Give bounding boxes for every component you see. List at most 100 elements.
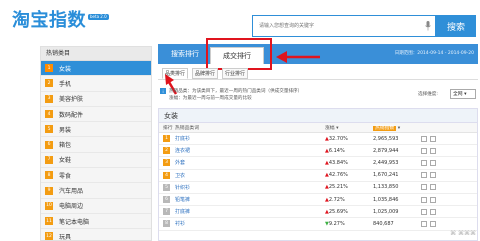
sidebar-item[interactable]: 11 笔记本电脑 (41, 214, 151, 230)
compare-icon[interactable] (430, 220, 436, 227)
rank-cell: 1 (159, 135, 175, 143)
beta-badge: beta 2.0 (88, 14, 109, 20)
dimension-label: 选择维度: (418, 92, 438, 97)
compare-icon[interactable] (430, 159, 436, 166)
compare-icon[interactable] (430, 147, 436, 154)
sidebar-item-number: 2 (45, 79, 53, 88)
keyword-link[interactable]: 打底裤 (175, 209, 190, 215)
growth-cell: ▲6.14% (325, 148, 373, 154)
rank-cell: 6 (159, 196, 175, 204)
trend-chart-icon[interactable] (421, 184, 427, 191)
index-cell: 2,965,593 (373, 136, 421, 142)
growth-cell: ▲42.76% (325, 172, 373, 178)
sidebar-item[interactable]: 10 电脑周边 (41, 199, 151, 214)
index-cell: 1,035,846 (373, 197, 421, 203)
index-value: 1,025,009 (373, 208, 399, 215)
keyword-cell: 连衣裙 (175, 147, 275, 154)
index-value: 2,879,944 (373, 147, 399, 154)
sidebar-item[interactable]: 6 箱包 (41, 137, 151, 153)
sidebar-item-number: 12 (45, 232, 53, 241)
ops-cell (421, 135, 477, 142)
index-value: 1,035,846 (373, 196, 399, 203)
trend-chart-icon[interactable] (421, 147, 427, 154)
sidebar-item[interactable]: 12 玩具 (41, 229, 151, 241)
keyword-link[interactable]: 打底衫 (175, 136, 190, 142)
subtab-brand[interactable]: 品牌排行 (192, 68, 218, 79)
col-growth[interactable]: 涨幅 ▾ (325, 124, 373, 131)
trend-chart-icon[interactable] (421, 172, 427, 179)
sidebar-item[interactable]: 8 零食 (41, 168, 151, 184)
growth-value: 32.70% (328, 135, 348, 142)
sidebar-item-label: 玩具 (59, 233, 72, 241)
rank-badge: 2 (163, 147, 170, 155)
trend-chart-icon[interactable] (421, 208, 427, 215)
table-row: 7 打底裤 ▲25.69% 1,025,009 (159, 206, 477, 219)
logo[interactable]: 淘宝指数 beta 2.0 (12, 10, 109, 32)
keyword-link[interactable]: 铅笔裤 (175, 197, 190, 203)
rank-badge: 4 (163, 171, 170, 179)
sidebar-item[interactable]: 5 男装 (41, 122, 151, 138)
sidebar-item[interactable]: 7 女鞋 (41, 153, 151, 169)
index-value: 840,687 (373, 220, 394, 227)
keyword-cell: 衬衫 (175, 220, 275, 227)
compare-icon[interactable] (430, 135, 436, 142)
compare-icon[interactable] (430, 184, 436, 191)
sidebar-item-number: 7 (45, 155, 53, 164)
sidebar-item[interactable]: 1 女装 (41, 61, 151, 77)
trend-chart-icon[interactable] (421, 135, 427, 142)
trend-chart-icon[interactable] (421, 159, 427, 166)
index-value: 1,133,850 (373, 184, 399, 191)
keyword-link[interactable]: 针织衫 (175, 185, 190, 191)
keyword-cell: 外套 (175, 159, 275, 166)
sidebar-item[interactable]: 2 手机 (41, 76, 151, 92)
sidebar-item[interactable]: 9 汽车用品 (41, 183, 151, 199)
ops-cell (421, 220, 477, 227)
compare-icon[interactable] (430, 172, 436, 179)
tab-search-rank[interactable]: 搜索排行 (164, 44, 206, 64)
sidebar-item-label: 手机 (59, 80, 72, 88)
search-input[interactable] (253, 16, 421, 36)
keyword-link[interactable]: 连衣裙 (175, 148, 190, 154)
col-index[interactable]: 热销指数 ▾ (373, 124, 421, 131)
search-box (252, 15, 436, 37)
growth-value: 25.69% (328, 208, 348, 215)
dimension-select[interactable]: 全网 ▾ (450, 89, 476, 99)
trend-chart-icon[interactable] (421, 220, 427, 227)
compare-icon[interactable] (430, 196, 436, 203)
microphone-icon[interactable] (425, 21, 431, 31)
sidebar-item[interactable]: 4 数码配件 (41, 107, 151, 123)
sidebar-item[interactable]: 3 美容护肤 (41, 92, 151, 107)
index-cell: 840,687 (373, 221, 421, 227)
date-range: 日期范围：2014-09-14 - 2014-09-20 (394, 51, 474, 56)
col-rank: 排行 (163, 126, 173, 131)
main-panel: 搜索排行 成交排行 日期范围：2014-09-14 - 2014-09-20 品… (158, 38, 478, 241)
table-row: 1 打底衫 ▲32.70% 2,965,593 (159, 133, 477, 146)
compare-icon[interactable] (430, 208, 436, 215)
rank-badge: 1 (163, 135, 170, 143)
keyword-link[interactable]: 外套 (175, 160, 185, 166)
trend-chart-icon[interactable] (421, 196, 427, 203)
sidebar-item-number: 3 (45, 94, 53, 103)
keyword-cell: 针织衫 (175, 184, 275, 191)
sidebar-item-number: 1 (45, 64, 53, 73)
growth-value: 9.27% (328, 220, 345, 227)
index-value: 1,670,241 (373, 172, 399, 179)
rank-cell: 3 (159, 159, 175, 167)
index-cell: 1,025,009 (373, 209, 421, 215)
growth-cell: ▲32.70% (325, 136, 373, 142)
dimension-value: 全网 (453, 92, 463, 97)
subtab-industry[interactable]: 行业排行 (222, 68, 248, 79)
sidebar-item-number: 5 (45, 125, 53, 134)
left-arrow-annotation (276, 51, 320, 63)
growth-cell: ▲43.84% (325, 160, 373, 166)
table-row: 6 铅笔裤 ▲2.72% 1,035,846 (159, 194, 477, 207)
keyword-link[interactable]: 衬衫 (175, 221, 185, 227)
sidebar-item-label: 汽车用品 (59, 188, 84, 196)
index-cell: 2,449,953 (373, 160, 421, 166)
index-cell: 1,133,850 (373, 184, 421, 190)
table-header: 排行 热销品类词 涨幅 ▾ 热销指数 ▾ (159, 123, 477, 133)
keyword-link[interactable]: 卫衣 (175, 173, 185, 179)
search-button[interactable]: 搜索 (436, 15, 476, 37)
growth-value: 6.14% (328, 147, 345, 154)
notes: i 热销品类：为该类目下，最近一周的热门品类词（供成交量排序） 涨幅：为最近一周… (158, 86, 478, 106)
